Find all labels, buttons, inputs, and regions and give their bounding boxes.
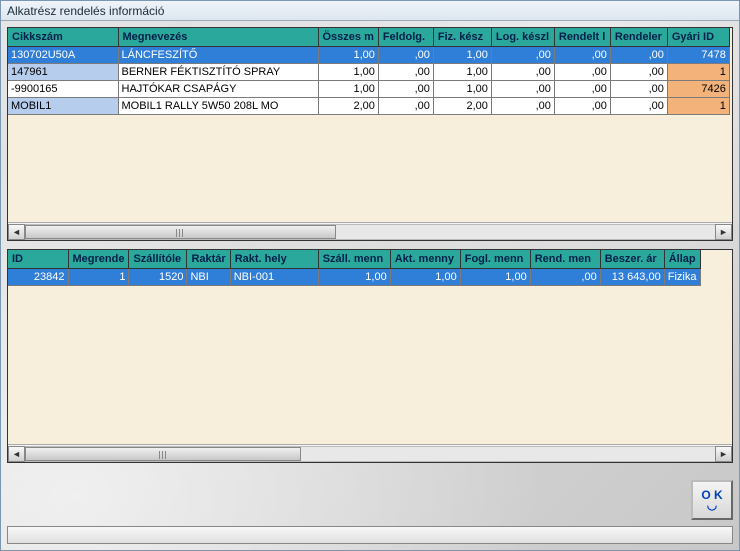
- column-header[interactable]: Összes m: [318, 28, 378, 46]
- scroll-right-icon[interactable]: ►: [715, 224, 732, 240]
- cell-value: 1,00: [433, 63, 491, 80]
- ok-button[interactable]: O K ◡: [691, 480, 733, 520]
- column-header[interactable]: Gyári ID: [667, 28, 729, 46]
- cell-value: ,00: [554, 80, 610, 97]
- cell-value: 13 643,00: [600, 268, 664, 285]
- cell-value: 2,00: [318, 97, 378, 114]
- cell-value: ,00: [491, 97, 554, 114]
- smile-icon: ◡: [707, 501, 717, 511]
- cell-value: ,00: [610, 97, 667, 114]
- cell-value: ,00: [554, 97, 610, 114]
- column-header[interactable]: Száll. menn: [318, 250, 390, 268]
- cell-value: 23842: [8, 268, 68, 285]
- table-row[interactable]: MOBIL1MOBIL1 RALLY 5W50 208L MO2,00,002,…: [8, 97, 729, 114]
- cell-value: 1: [667, 63, 729, 80]
- order-grid[interactable]: IDMegrendeSzállítóleRaktárRakt. helySzál…: [8, 250, 701, 286]
- scroll-right-icon[interactable]: ►: [715, 446, 732, 462]
- column-header[interactable]: Rendeler: [610, 28, 667, 46]
- table-row[interactable]: 130702U50ALÁNCFESZÍTŐ1,00,001,00,00,00,0…: [8, 46, 729, 63]
- parts-grid-hscroll[interactable]: ◄ ►: [8, 222, 732, 240]
- status-bar: [7, 526, 733, 544]
- cell-cikkszam: MOBIL1: [8, 97, 118, 114]
- column-header[interactable]: Megnevezés: [118, 28, 318, 46]
- cell-value: ,00: [491, 80, 554, 97]
- column-header[interactable]: Rakt. hely: [230, 250, 318, 268]
- cell-value: 1,00: [318, 80, 378, 97]
- cell-value: NBI-001: [230, 268, 318, 285]
- cell-cikkszam: 130702U50A: [8, 46, 118, 63]
- cell-value: 1520: [129, 268, 187, 285]
- column-header[interactable]: Beszer. ár: [600, 250, 664, 268]
- column-header[interactable]: ID: [8, 250, 68, 268]
- cell-value: ,00: [610, 63, 667, 80]
- cell-value: ,00: [491, 63, 554, 80]
- column-header[interactable]: Feldolg.: [378, 28, 433, 46]
- column-header[interactable]: Fiz. kész: [433, 28, 491, 46]
- cell-value: 1,00: [318, 63, 378, 80]
- column-header[interactable]: Fogl. menn: [460, 250, 530, 268]
- parts-grid-panel: CikkszámMegnevezésÖsszes mFeldolg.Fiz. k…: [7, 27, 733, 241]
- cell-value: ,00: [378, 63, 433, 80]
- cell-megnevezes: BERNER FÉKTISZTÍTÓ SPRAY: [118, 63, 318, 80]
- column-header[interactable]: Megrende: [68, 250, 129, 268]
- cell-value: Fizika: [664, 268, 700, 285]
- table-row[interactable]: 147961BERNER FÉKTISZTÍTÓ SPRAY1,00,001,0…: [8, 63, 729, 80]
- cell-value: 1,00: [318, 46, 378, 63]
- cell-value: NBI: [187, 268, 230, 285]
- scroll-left-icon[interactable]: ◄: [8, 446, 25, 462]
- column-header[interactable]: Szállítóle: [129, 250, 187, 268]
- cell-value: 2,00: [433, 97, 491, 114]
- cell-value: ,00: [378, 80, 433, 97]
- parts-grid[interactable]: CikkszámMegnevezésÖsszes mFeldolg.Fiz. k…: [8, 28, 730, 115]
- column-header[interactable]: Log. készl: [491, 28, 554, 46]
- cell-cikkszam: 147961: [8, 63, 118, 80]
- cell-cikkszam: -9900165: [8, 80, 118, 97]
- cell-value: 7478: [667, 46, 729, 63]
- bottom-toolbar: O K ◡: [7, 478, 733, 522]
- cell-value: ,00: [610, 80, 667, 97]
- cell-value: 1,00: [460, 268, 530, 285]
- cell-value: 1,00: [433, 80, 491, 97]
- cell-value: ,00: [530, 268, 600, 285]
- cell-megnevezes: HAJTÓKAR CSAPÁGY: [118, 80, 318, 97]
- cell-value: ,00: [554, 63, 610, 80]
- cell-value: ,00: [378, 46, 433, 63]
- column-header[interactable]: Cikkszám: [8, 28, 118, 46]
- cell-value: ,00: [554, 46, 610, 63]
- column-header[interactable]: Akt. menny: [390, 250, 460, 268]
- cell-value: 1: [68, 268, 129, 285]
- table-row[interactable]: 2384211520NBINBI-0011,001,001,00,0013 64…: [8, 268, 700, 285]
- table-row[interactable]: -9900165HAJTÓKAR CSAPÁGY1,00,001,00,00,0…: [8, 80, 729, 97]
- cell-value: 1: [667, 97, 729, 114]
- cell-value: 1,00: [318, 268, 390, 285]
- column-header[interactable]: Rend. men: [530, 250, 600, 268]
- cell-megnevezes: MOBIL1 RALLY 5W50 208L MO: [118, 97, 318, 114]
- cell-value: ,00: [491, 46, 554, 63]
- window-title: Alkatrész rendelés információ: [1, 1, 739, 21]
- cell-megnevezes: LÁNCFESZÍTŐ: [118, 46, 318, 63]
- column-header[interactable]: Állap: [664, 250, 700, 268]
- cell-value: 1,00: [390, 268, 460, 285]
- scroll-left-icon[interactable]: ◄: [8, 224, 25, 240]
- column-header[interactable]: Raktár: [187, 250, 230, 268]
- cell-value: 1,00: [433, 46, 491, 63]
- order-grid-hscroll[interactable]: ◄ ►: [8, 444, 732, 462]
- cell-value: 7426: [667, 80, 729, 97]
- cell-value: ,00: [378, 97, 433, 114]
- order-grid-panel: IDMegrendeSzállítóleRaktárRakt. helySzál…: [7, 249, 733, 463]
- column-header[interactable]: Rendelt l: [554, 28, 610, 46]
- cell-value: ,00: [610, 46, 667, 63]
